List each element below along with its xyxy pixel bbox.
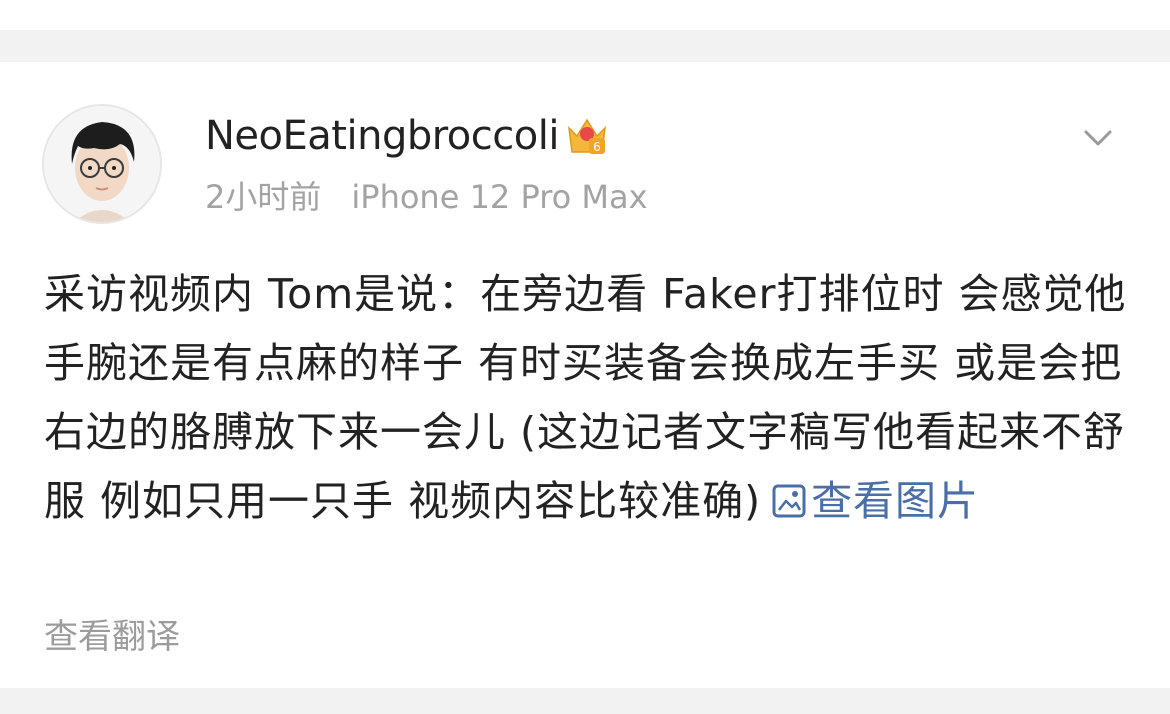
post-meta: 2小时前 iPhone 12 Pro Max bbox=[205, 174, 648, 220]
post-card[interactable]: NeoEatingbroccoli 6 2小时前 iPhone 12 Pro Ma… bbox=[0, 62, 1170, 688]
username-row: NeoEatingbroccoli 6 bbox=[205, 110, 609, 162]
view-image-link[interactable]: 查看图片 bbox=[761, 477, 979, 525]
avatar[interactable] bbox=[42, 104, 162, 224]
username[interactable]: NeoEatingbroccoli bbox=[205, 110, 559, 162]
post-device: iPhone 12 Pro Max bbox=[351, 178, 648, 216]
user-avatar-photo bbox=[44, 106, 160, 222]
post-text: 采访视频内 Tom是说：在旁边看 Faker打排位时 会感觉他手腕还是有点麻的样… bbox=[44, 260, 1134, 536]
vip-badge-level: 6 bbox=[593, 140, 601, 154]
view-image-label[interactable]: 查看图片 bbox=[811, 477, 979, 525]
crown-badge-icon[interactable]: 6 bbox=[565, 114, 609, 158]
post-time: 2小时前 bbox=[205, 178, 322, 216]
translate-link[interactable]: 查看翻译 bbox=[44, 612, 180, 662]
previous-card-bottom bbox=[0, 0, 1170, 30]
image-icon bbox=[772, 484, 806, 518]
chevron-down-icon[interactable] bbox=[1078, 118, 1118, 158]
